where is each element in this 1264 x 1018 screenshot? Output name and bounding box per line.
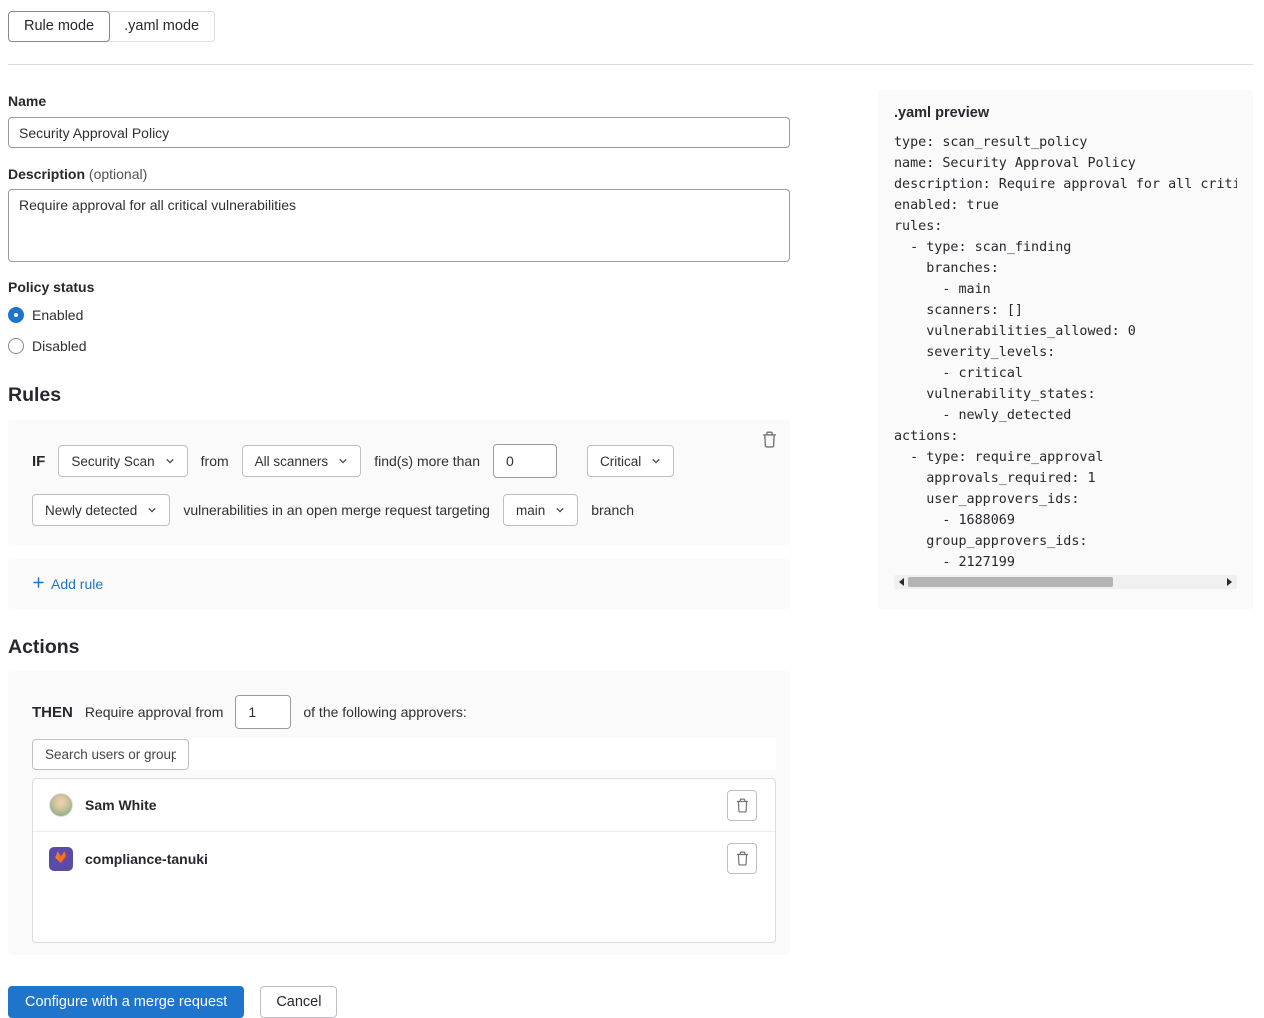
disabled-radio[interactable] [8,338,24,354]
approver-name: compliance-tanuki [85,851,727,867]
trash-icon [736,851,749,866]
name-label: Name [8,93,790,109]
form-footer: Configure with a merge request Cancel [8,986,790,1018]
rule-condition-row-2: Newly detected vulnerabilities in an ope… [32,494,766,526]
yaml-horizontal-scrollbar[interactable] [894,575,1237,589]
finds-more-than-label: find(s) more than [374,453,480,469]
rule-condition-row-1: IF Security Scan from All scanners [32,444,766,478]
policy-status-label: Policy status [8,279,790,295]
scrollbar-thumb[interactable] [908,577,1113,587]
scrollbar-right-arrow-icon[interactable] [1227,578,1232,586]
approver-row-sam-white: Sam White [33,779,775,832]
approver-row-compliance-tanuki: compliance-tanuki [33,832,775,885]
description-label: Description (optional) [8,166,790,182]
add-rule-button[interactable]: Add rule [32,576,103,592]
enabled-radio[interactable] [8,307,24,323]
chevron-down-icon [338,454,348,469]
policy-status-option-enabled: Enabled [8,304,790,326]
add-rule-label: Add rule [51,576,103,592]
if-label: IF [32,453,45,470]
approvers-suffix-label: of the following approvers: [303,704,466,720]
scan-type-dropdown-value: Security Scan [71,454,154,469]
tab-rule-mode[interactable]: Rule mode [8,11,110,42]
then-row: THEN Require approval from of the follow… [32,695,776,729]
scanners-dropdown[interactable]: All scanners [242,445,362,477]
targeting-label: vulnerabilities in an open merge request… [183,502,490,518]
cancel-button[interactable]: Cancel [260,986,337,1018]
then-label: THEN [32,704,73,721]
trash-icon [762,436,777,451]
approver-name: Sam White [85,797,727,813]
tab-yaml-mode[interactable]: .yaml mode [108,11,215,42]
tanuki-logo-icon [53,849,69,868]
approvers-list: Sam White [32,778,776,943]
policy-form-column: Name Description (optional) Require appr… [8,65,790,1018]
chevron-down-icon [147,503,157,518]
chevron-down-icon [165,454,175,469]
yaml-code-block: type: scan_result_policy name: Security … [894,132,1237,573]
group-avatar [49,847,73,871]
require-approval-label: Require approval from [85,704,224,720]
vulnerabilities-allowed-input[interactable] [493,444,557,478]
vulnerability-state-dropdown[interactable]: Newly detected [32,494,170,526]
policy-status-option-disabled: Disabled [8,335,790,357]
actions-heading: Actions [8,636,790,659]
yaml-preview-heading: .yaml preview [894,105,1237,121]
from-label: from [201,453,229,469]
branch-label: branch [591,502,634,518]
policy-editor-page: Rule mode .yaml mode Name Description (o… [0,0,1264,1018]
description-textarea[interactable]: Require approval for all critical vulner… [8,189,790,262]
severity-dropdown[interactable]: Critical [587,445,674,477]
branch-dropdown[interactable]: main [503,494,578,526]
configure-merge-request-button[interactable]: Configure with a merge request [8,986,244,1018]
rules-heading: Rules [8,384,790,407]
description-label-text: Description [8,166,85,182]
remove-approver-button[interactable] [727,843,757,874]
editor-layout: Name Description (optional) Require appr… [8,65,1253,1018]
approver-search-input[interactable] [32,739,189,770]
rule-builder-box: IF Security Scan from All scanners [8,420,790,545]
branch-dropdown-value: main [516,503,545,518]
yaml-preview-panel: .yaml preview type: scan_result_policy n… [878,90,1253,609]
plus-icon [32,576,45,592]
description-optional-hint: (optional) [85,166,147,182]
delete-rule-button[interactable] [760,429,779,450]
chevron-down-icon [555,503,565,518]
policy-mode-segmented-control: Rule mode .yaml mode [8,11,215,42]
enabled-radio-label[interactable]: Enabled [32,307,83,323]
disabled-radio-label[interactable]: Disabled [32,338,86,354]
add-rule-section: Add rule [8,559,790,609]
remove-approver-button[interactable] [727,790,757,821]
vulnerability-state-dropdown-value: Newly detected [45,503,137,518]
scan-type-dropdown[interactable]: Security Scan [58,445,187,477]
action-builder-box: THEN Require approval from of the follow… [8,671,790,955]
approver-search-strip [32,738,776,770]
severity-dropdown-value: Critical [600,454,641,469]
user-avatar [49,793,73,817]
name-input[interactable] [8,117,790,148]
chevron-down-icon [651,454,661,469]
trash-icon [736,798,749,813]
scrollbar-left-arrow-icon[interactable] [899,578,904,586]
approvals-required-input[interactable] [235,695,291,729]
scanners-dropdown-value: All scanners [255,454,329,469]
